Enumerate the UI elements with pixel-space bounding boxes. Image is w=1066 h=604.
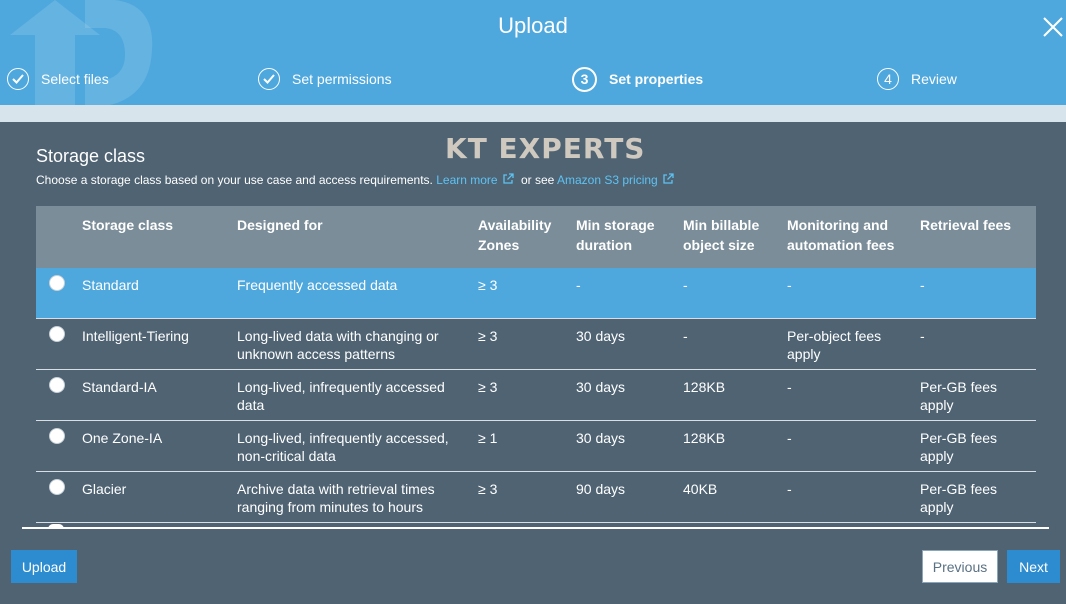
cell-designed-for: Long-lived data with changing or unknown… [237, 328, 439, 362]
cell-min-duration: - [576, 277, 581, 293]
header-monitoring-fees: Monitoring and automation fees [787, 217, 895, 253]
section-title: Storage class [36, 146, 146, 166]
external-link-icon [502, 173, 514, 184]
cell-storage-class: Standard [82, 277, 139, 293]
radio-button[interactable] [49, 275, 65, 291]
cell-monitoring-fees: - [787, 481, 792, 497]
cell-designed-for: Archive data with retrieval times rangin… [237, 481, 435, 515]
header-divider [0, 105, 1066, 122]
cell-availability-zones: ≥ 3 [478, 481, 498, 497]
header-retrieval-fees: Retrieval fees [920, 217, 1012, 233]
previous-button[interactable]: Previous [922, 550, 998, 583]
header-min-storage-duration: Min storage duration [576, 217, 655, 253]
step-select-files[interactable]: Select files [7, 66, 109, 92]
cell-retrieval-fees: - [920, 328, 925, 344]
cell-min-duration: 30 days [576, 379, 626, 395]
header-designed-for: Designed for [237, 217, 323, 233]
close-icon[interactable] [1042, 16, 1064, 38]
cell-min-size: 40KB [683, 481, 718, 497]
cell-retrieval-fees: - [920, 277, 925, 293]
step-number: 3 [572, 66, 597, 92]
cell-availability-zones: ≥ 3 [478, 379, 498, 395]
upload-button[interactable]: Upload [11, 550, 77, 583]
header-availability-zones: Availability Zones [478, 217, 552, 253]
table-row[interactable]: One Zone-IA Long-lived, infrequently acc… [36, 421, 1036, 472]
cell-retrieval-fees: Per-GB fees apply [920, 481, 998, 515]
header-min-billable-size: Min billable object size [683, 217, 760, 253]
step-set-permissions[interactable]: Set permissions [258, 66, 392, 92]
cell-min-size: - [683, 277, 688, 293]
external-link-icon [663, 173, 674, 184]
cell-monitoring-fees: - [787, 379, 792, 395]
step-set-properties[interactable]: 3 Set properties [572, 66, 703, 92]
description-text: Choose a storage class based on your use… [36, 173, 433, 187]
cell-monitoring-fees: Per-object fees apply [787, 328, 882, 362]
table-row[interactable]: Standard-IA Long-lived, infrequently acc… [36, 370, 1036, 421]
table-row[interactable]: Glacier Archive data with retrieval time… [36, 472, 1036, 523]
checkmark-icon [7, 68, 29, 90]
cell-designed-for: Long-lived, infrequently accessed, non-c… [237, 430, 449, 464]
dialog-title: Upload [498, 13, 568, 38]
cell-availability-zones: ≥ 3 [478, 328, 498, 344]
step-review[interactable]: 4 Review [877, 66, 957, 92]
s3-pricing-link[interactable]: Amazon S3 pricing [557, 173, 674, 187]
cell-monitoring-fees: - [787, 430, 792, 446]
cell-storage-class: Intelligent-Tiering [82, 328, 189, 344]
radio-button[interactable] [49, 377, 65, 393]
cell-min-duration: 30 days [576, 430, 626, 446]
step-label: Set properties [609, 71, 704, 87]
table-row[interactable]: Standard Frequently accessed data ≥ 3 - … [36, 268, 1036, 319]
storage-description: Choose a storage class based on your use… [36, 173, 674, 187]
cell-storage-class: One Zone-IA [82, 430, 163, 446]
cell-availability-zones: ≥ 1 [478, 430, 498, 446]
footer-divider [22, 527, 1049, 529]
step-label: Review [911, 71, 957, 87]
cell-designed-for: Frequently accessed data [237, 277, 398, 293]
cell-min-size: 128KB [683, 379, 726, 395]
cell-min-size: - [683, 328, 688, 344]
cell-retrieval-fees: Per-GB fees apply [920, 430, 998, 464]
radio-button[interactable] [49, 326, 65, 342]
checkmark-icon [258, 68, 280, 90]
cell-storage-class: Standard-IA [82, 379, 157, 395]
header-storage-class: Storage class [82, 217, 174, 233]
cell-min-size: 128KB [683, 430, 726, 446]
or-see-text: or see [520, 173, 555, 187]
cell-monitoring-fees: - [787, 277, 792, 293]
step-label: Select files [41, 71, 109, 87]
table-header: Storage class Designed for Availability Z… [36, 206, 1036, 268]
cell-min-duration: 90 days [576, 481, 626, 497]
cell-storage-class: Glacier [82, 481, 127, 497]
watermark: KT EXPERTS [445, 132, 646, 165]
radio-button[interactable] [49, 479, 65, 495]
cell-retrieval-fees: Per-GB fees apply [920, 379, 998, 413]
table-row[interactable]: Intelligent-Tiering Long-lived data with… [36, 319, 1036, 370]
next-button[interactable]: Next [1007, 550, 1060, 583]
storage-class-table: Storage class Designed for Availability Z… [36, 206, 1036, 523]
step-label: Set permissions [292, 71, 392, 87]
cell-min-duration: 30 days [576, 328, 626, 344]
cell-designed-for: Long-lived, infrequently accessed data [237, 379, 445, 413]
cell-availability-zones: ≥ 3 [478, 277, 498, 293]
dialog-header: Upload Select files Set permissions 3 Se… [0, 0, 1066, 105]
learn-more-link[interactable]: Learn more [436, 173, 514, 187]
step-number: 4 [877, 68, 899, 90]
radio-button[interactable] [49, 428, 65, 444]
